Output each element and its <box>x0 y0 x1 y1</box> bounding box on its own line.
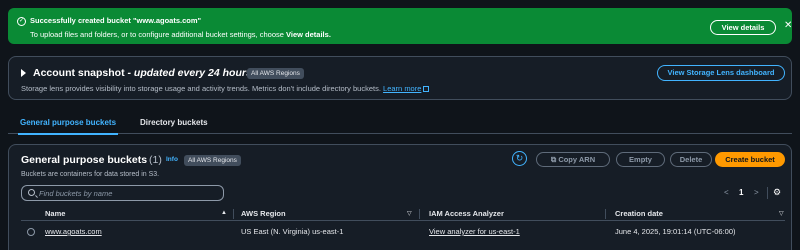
snapshot-title[interactable]: Account snapshot - updated every 24 hour… <box>33 67 252 79</box>
sort-icon[interactable]: ▽ <box>407 210 412 217</box>
flash-title: Successfully created bucket "www.agoats.… <box>30 16 202 25</box>
column-divider[interactable] <box>233 209 234 219</box>
snapshot-description: Storage lens provides visibility into st… <box>21 84 430 93</box>
caret-right-icon[interactable] <box>21 69 26 77</box>
tab-directory-buckets[interactable]: Directory buckets <box>140 118 208 127</box>
info-link[interactable]: Info <box>166 156 178 163</box>
column-header-creation-date[interactable]: Creation date <box>615 209 663 218</box>
learn-more-link[interactable]: Learn more <box>383 84 421 93</box>
view-details-button[interactable]: View details <box>710 20 776 35</box>
tab-general-purpose-buckets[interactable]: General purpose buckets <box>17 118 119 135</box>
buckets-description: Buckets are containers for data stored i… <box>21 171 160 178</box>
bucket-region: US East (N. Virginia) us-east-1 <box>241 227 344 236</box>
copy-icon: ⧉ <box>550 155 557 164</box>
copy-arn-button[interactable]: ⧉ Copy ARN <box>536 152 610 167</box>
external-link-icon <box>423 86 430 92</box>
column-divider[interactable] <box>419 209 420 219</box>
empty-button[interactable]: Empty <box>616 152 665 167</box>
search-input[interactable] <box>39 188 219 198</box>
next-page-button[interactable]: > <box>754 188 759 197</box>
sort-icon[interactable]: ▽ <box>779 210 784 217</box>
row-select-radio[interactable] <box>27 228 35 236</box>
buckets-count: (1) <box>149 154 162 166</box>
all-regions-badge: All AWS Regions <box>247 68 304 79</box>
account-snapshot-panel: Account snapshot - updated every 24 hour… <box>8 56 792 100</box>
refresh-button[interactable]: ↻ <box>512 151 527 166</box>
previous-page-button[interactable]: < <box>724 188 729 197</box>
flash-message: To upload files and folders, or to confi… <box>30 30 331 39</box>
search-icon <box>28 189 35 196</box>
search-field[interactable] <box>21 185 224 201</box>
column-divider[interactable] <box>605 209 606 219</box>
table-header: Name ▲ AWS Region ▽ IAM Access Analyzer … <box>21 207 785 221</box>
refresh-icon: ↻ <box>515 153 524 163</box>
sort-ascending-icon[interactable]: ▲ <box>221 210 227 216</box>
bucket-name-link[interactable]: www.agoats.com <box>45 227 102 236</box>
buckets-title: General purpose buckets <box>21 154 148 166</box>
divider <box>767 187 768 199</box>
bucket-tabs: General purpose buckets Directory bucket… <box>8 112 792 135</box>
all-regions-badge: All AWS Regions <box>184 155 241 166</box>
view-analyzer-link[interactable]: View analyzer for us-east-1 <box>429 227 520 236</box>
view-storage-lens-button[interactable]: View Storage Lens dashboard <box>657 65 785 81</box>
column-header-iam-access-analyzer[interactable]: IAM Access Analyzer <box>429 209 504 218</box>
column-header-aws-region[interactable]: AWS Region <box>241 209 286 218</box>
page-number[interactable]: 1 <box>739 188 743 197</box>
check-circle-icon: ✓ <box>17 17 26 26</box>
column-header-name[interactable]: Name <box>45 209 65 218</box>
delete-button[interactable]: Delete <box>670 152 712 167</box>
close-icon[interactable]: ✕ <box>784 20 792 31</box>
bucket-creation-date: June 4, 2025, 19:01:14 (UTC-06:00) <box>615 227 736 236</box>
create-bucket-button[interactable]: Create bucket <box>715 152 785 167</box>
gear-icon[interactable]: ⚙ <box>773 187 781 198</box>
table-row[interactable]: www.agoats.com US East (N. Virginia) us-… <box>21 223 785 241</box>
general-purpose-buckets-panel: General purpose buckets (1) Info All AWS… <box>8 144 792 250</box>
success-flash-banner: ✓ Successfully created bucket "www.agoat… <box>8 8 792 44</box>
